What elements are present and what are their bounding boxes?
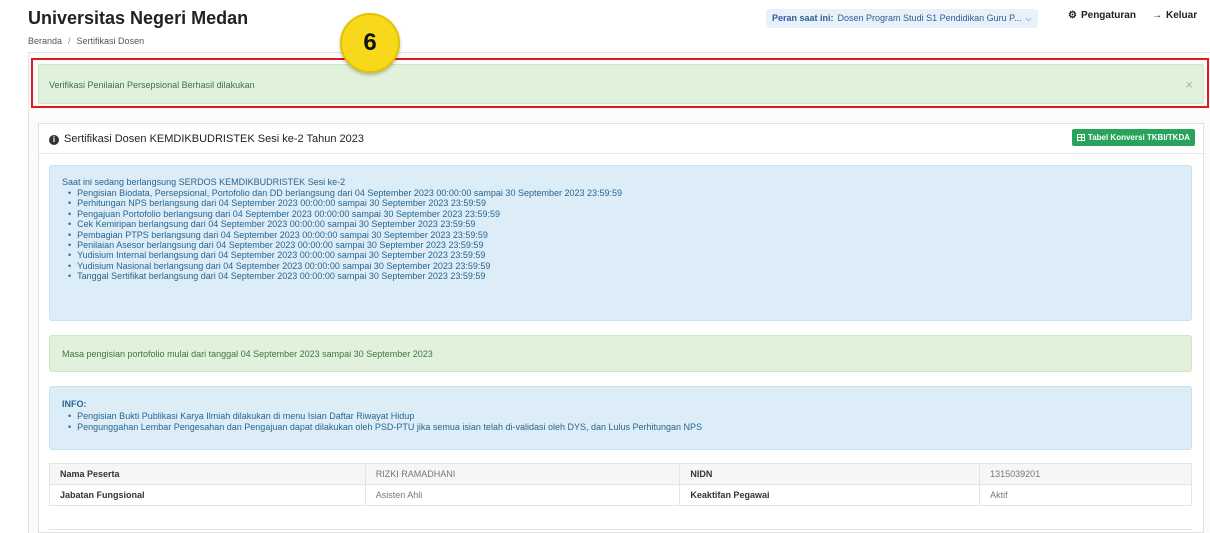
- table-continuation: [49, 529, 1192, 533]
- breadcrumb-separator: /: [68, 36, 71, 46]
- keaktifan-pegawai-label: Keaktifan Pegawai: [679, 484, 981, 506]
- keaktifan-pegawai-value: Aktif: [979, 484, 1192, 506]
- masa-pengisian-box: Masa pengisian portofolio mulai dari tan…: [49, 335, 1192, 372]
- brand-title[interactable]: Universitas Negeri Medan: [28, 8, 248, 29]
- nidn-label: NIDN: [679, 463, 981, 485]
- top-bar: Universitas Negeri Medan Beranda / Sertifi…: [0, 0, 1210, 52]
- logout-label: Keluar: [1166, 10, 1198, 21]
- info-circle-icon: i: [49, 135, 59, 145]
- table-row: Nama Peserta RIZKI RAMADHANI NIDN 131503…: [49, 463, 1192, 485]
- tabel-konversi-button[interactable]: Tabel Konversi TKBI/TKDA: [1071, 129, 1195, 146]
- serdos-schedule-box: Saat ini sedang berlangsung SERDOS KEMDI…: [49, 165, 1192, 321]
- list-item: Pengajuan Portofolio berlangsung dari 04…: [76, 209, 622, 219]
- list-item: Cek Kemiripan berlangsung dari 04 Septem…: [76, 219, 622, 229]
- list-item: Tanggal Sertifikat berlangsung dari 04 S…: [76, 271, 622, 281]
- table-icon: [1076, 134, 1085, 141]
- peserta-table: Nama Peserta RIZKI RAMADHANI NIDN 131503…: [49, 463, 1192, 506]
- serdos-intro: Saat ini sedang berlangsung SERDOS KEMDI…: [62, 177, 346, 187]
- settings-label: Pengaturan: [1080, 10, 1136, 21]
- list-item: Yudisium Nasional berlangsung dari 04 Se…: [76, 261, 622, 271]
- nama-peserta-value: RIZKI RAMADHANI: [364, 463, 681, 485]
- breadcrumb-current: Sertifikasi Dosen: [76, 36, 145, 46]
- info-box: INFO: Pengisian Bukti Publikasi Karya Il…: [49, 386, 1192, 450]
- info-list: Pengisian Bukti Publikasi Karya Ilmiah d…: [76, 411, 702, 433]
- nidn-value: 1315039201: [979, 463, 1192, 485]
- panel-title: i Sertifikasi Dosen KEMDIKBUDRISTEK Sesi …: [49, 133, 364, 145]
- nama-peserta-label: Nama Peserta: [49, 463, 366, 485]
- list-item: Pengunggahan Lembar Pengesahan dan Penga…: [76, 422, 702, 433]
- role-value: Dosen Program Studi S1 Pendidikan Guru P…: [837, 13, 1022, 23]
- list-item: Yudisium Internal berlangsung dari 04 Se…: [76, 250, 622, 260]
- jabatan-fungsional-label: Jabatan Fungsional: [49, 484, 366, 506]
- step-number-badge: 6: [340, 13, 400, 73]
- tabel-konversi-label: Tabel Konversi TKBI/TKDA: [1087, 133, 1190, 142]
- masa-pengisian-message: Masa pengisian portofolio mulai dari tan…: [62, 349, 433, 359]
- logout-button[interactable]: → Keluar: [1152, 10, 1197, 21]
- highlight-outline: [31, 58, 1209, 108]
- breadcrumb: Beranda / Sertifikasi Dosen: [28, 36, 144, 46]
- sign-out-icon: →: [1152, 10, 1162, 21]
- role-selector[interactable]: Peran saat ini: Dosen Program Studi S1 Pe…: [766, 9, 1038, 28]
- serdos-schedule-list: Pengisian Biodata, Persepsional, Portofo…: [76, 188, 622, 282]
- role-label: Peran saat ini:: [772, 13, 834, 23]
- list-item: Pengisian Biodata, Persepsional, Portofo…: [76, 188, 622, 198]
- list-item: Penilaian Asesor berlangsung dari 04 Sep…: [76, 240, 622, 250]
- info-heading: INFO:: [62, 399, 87, 409]
- gear-icon: ⚙: [1068, 10, 1077, 21]
- list-item: Pengisian Bukti Publikasi Karya Ilmiah d…: [76, 411, 702, 422]
- list-item: Pembagian PTPS berlangsung dari 04 Septe…: [76, 230, 622, 240]
- settings-button[interactable]: ⚙ Pengaturan: [1068, 10, 1136, 21]
- table-row: Jabatan Fungsional Asisten Ahli Keaktifa…: [49, 484, 1192, 506]
- jabatan-fungsional-value: Asisten Ahli: [364, 484, 681, 506]
- panel-header: i Sertifikasi Dosen KEMDIKBUDRISTEK Sesi …: [39, 124, 1203, 154]
- sertifikasi-panel: i Sertifikasi Dosen KEMDIKBUDRISTEK Sesi …: [38, 123, 1204, 533]
- panel-title-text: Sertifikasi Dosen KEMDIKBUDRISTEK Sesi k…: [64, 133, 364, 145]
- list-item: Perhitungan NPS berlangsung dari 04 Sept…: [76, 198, 622, 208]
- chevron-down-icon: ⌵: [1025, 14, 1032, 23]
- breadcrumb-home[interactable]: Beranda: [28, 36, 62, 46]
